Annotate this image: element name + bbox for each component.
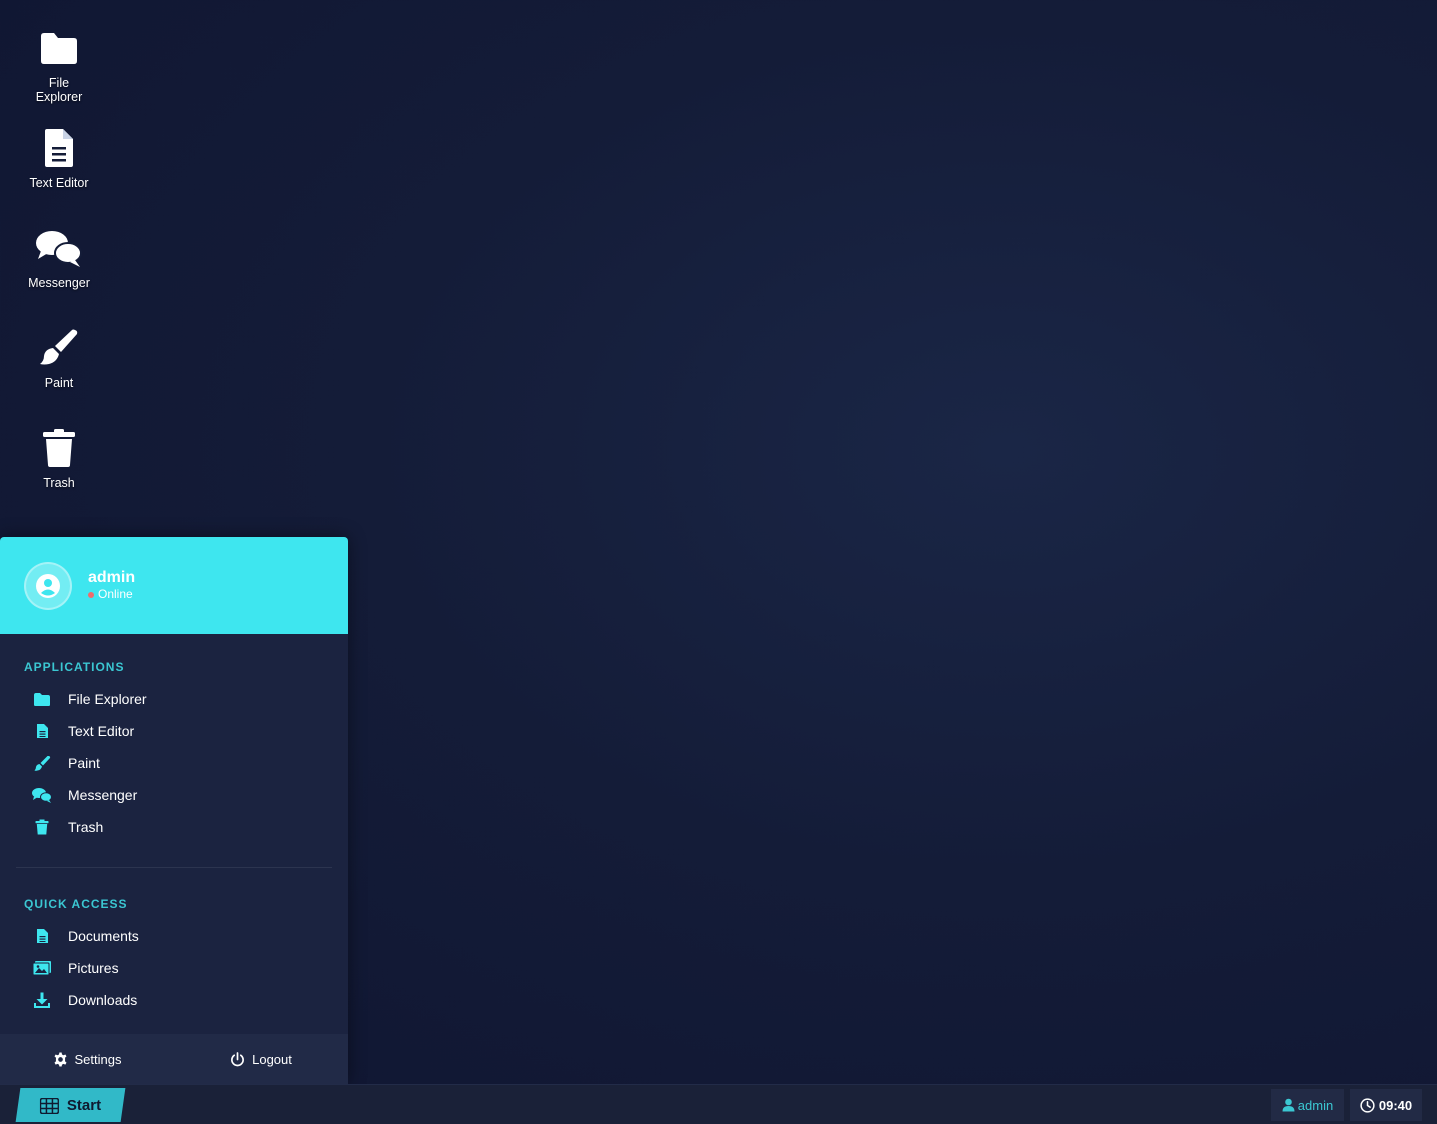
desktop-icon-label: Text Editor <box>29 176 89 190</box>
gear-icon <box>54 1051 66 1067</box>
settings-label: Settings <box>74 1051 122 1067</box>
menu-item-label: Paint <box>68 755 100 771</box>
desktop-icon-label: Trash <box>43 476 75 490</box>
quick-access-section-title: QUICK ACCESS <box>24 897 128 911</box>
menu-item-downloads[interactable]: Downloads <box>0 984 348 1016</box>
pictures-icon <box>32 958 52 978</box>
logout-label: Logout <box>252 1051 292 1067</box>
trash-icon <box>35 424 83 472</box>
trash-icon <box>32 817 52 837</box>
menu-item-pictures[interactable]: Pictures <box>0 952 348 984</box>
paintbrush-icon <box>32 753 52 773</box>
user-icon <box>1282 1098 1295 1112</box>
logout-button[interactable]: Logout <box>174 1034 348 1084</box>
desktop-icon-label: File Explorer <box>35 76 83 104</box>
tray-user-label: admin <box>1297 1097 1334 1113</box>
desktop-icon-messenger[interactable]: Messenger <box>9 224 109 314</box>
menu-item-file-explorer[interactable]: File Explorer <box>0 683 348 715</box>
download-icon <box>32 990 52 1010</box>
menu-item-documents[interactable]: Documents <box>0 920 348 952</box>
user-circle-icon <box>36 573 60 598</box>
user-status: Online <box>88 587 135 602</box>
folder-icon <box>35 24 83 72</box>
desktop-icon-label: Messenger <box>28 276 90 290</box>
user-header: admin Online <box>0 537 348 634</box>
desktop-icon-trash[interactable]: Trash <box>9 424 109 514</box>
menu-item-messenger[interactable]: Messenger <box>0 779 348 811</box>
tray-clock: 09:40 <box>1350 1089 1422 1121</box>
start-button[interactable]: Start <box>15 1088 126 1122</box>
menu-item-label: Pictures <box>68 960 119 976</box>
power-icon <box>231 1051 245 1066</box>
menu-item-trash[interactable]: Trash <box>0 811 348 843</box>
clock-time: 09:40 <box>1378 1097 1413 1113</box>
grid-icon <box>39 1097 59 1113</box>
user-name: admin <box>88 569 136 586</box>
desktop-icon-text-editor[interactable]: Text Editor <box>9 124 109 214</box>
folder-icon <box>32 689 52 709</box>
clock-icon <box>1360 1097 1375 1113</box>
desktop-icon-paint[interactable]: Paint <box>9 324 109 414</box>
chat-icon <box>32 785 52 805</box>
start-label: Start <box>66 1096 102 1114</box>
chat-icon <box>35 224 83 272</box>
menu-item-label: Trash <box>68 819 104 835</box>
user-info: admin Online <box>88 569 135 602</box>
settings-button[interactable]: Settings <box>0 1034 174 1084</box>
avatar <box>24 561 72 610</box>
applications-section-title: APPLICATIONS <box>24 660 125 674</box>
start-menu-footer: Settings Logout <box>0 1034 348 1084</box>
desktop-icon-file-explorer[interactable]: File Explorer <box>9 24 109 114</box>
menu-item-label: File Explorer <box>68 691 147 707</box>
document-icon <box>32 926 52 946</box>
document-icon <box>32 721 52 741</box>
status-dot-icon <box>88 591 94 598</box>
start-menu: admin Online APPLICATIONS File Explorer … <box>0 537 348 1084</box>
desktop-icon-label: Paint <box>44 376 74 390</box>
menu-item-label: Messenger <box>68 787 138 803</box>
taskbar: Start admin 09:40 <box>0 1084 1437 1124</box>
tray-user-button[interactable]: admin <box>1271 1089 1344 1121</box>
user-status-label: Online <box>98 587 133 601</box>
paintbrush-icon <box>35 324 83 372</box>
menu-item-label: Documents <box>68 928 139 944</box>
menu-item-paint[interactable]: Paint <box>0 747 348 779</box>
document-icon <box>35 124 83 172</box>
menu-item-text-editor[interactable]: Text Editor <box>0 715 348 747</box>
menu-item-label: Text Editor <box>68 723 135 739</box>
menu-item-label: Downloads <box>68 992 138 1008</box>
